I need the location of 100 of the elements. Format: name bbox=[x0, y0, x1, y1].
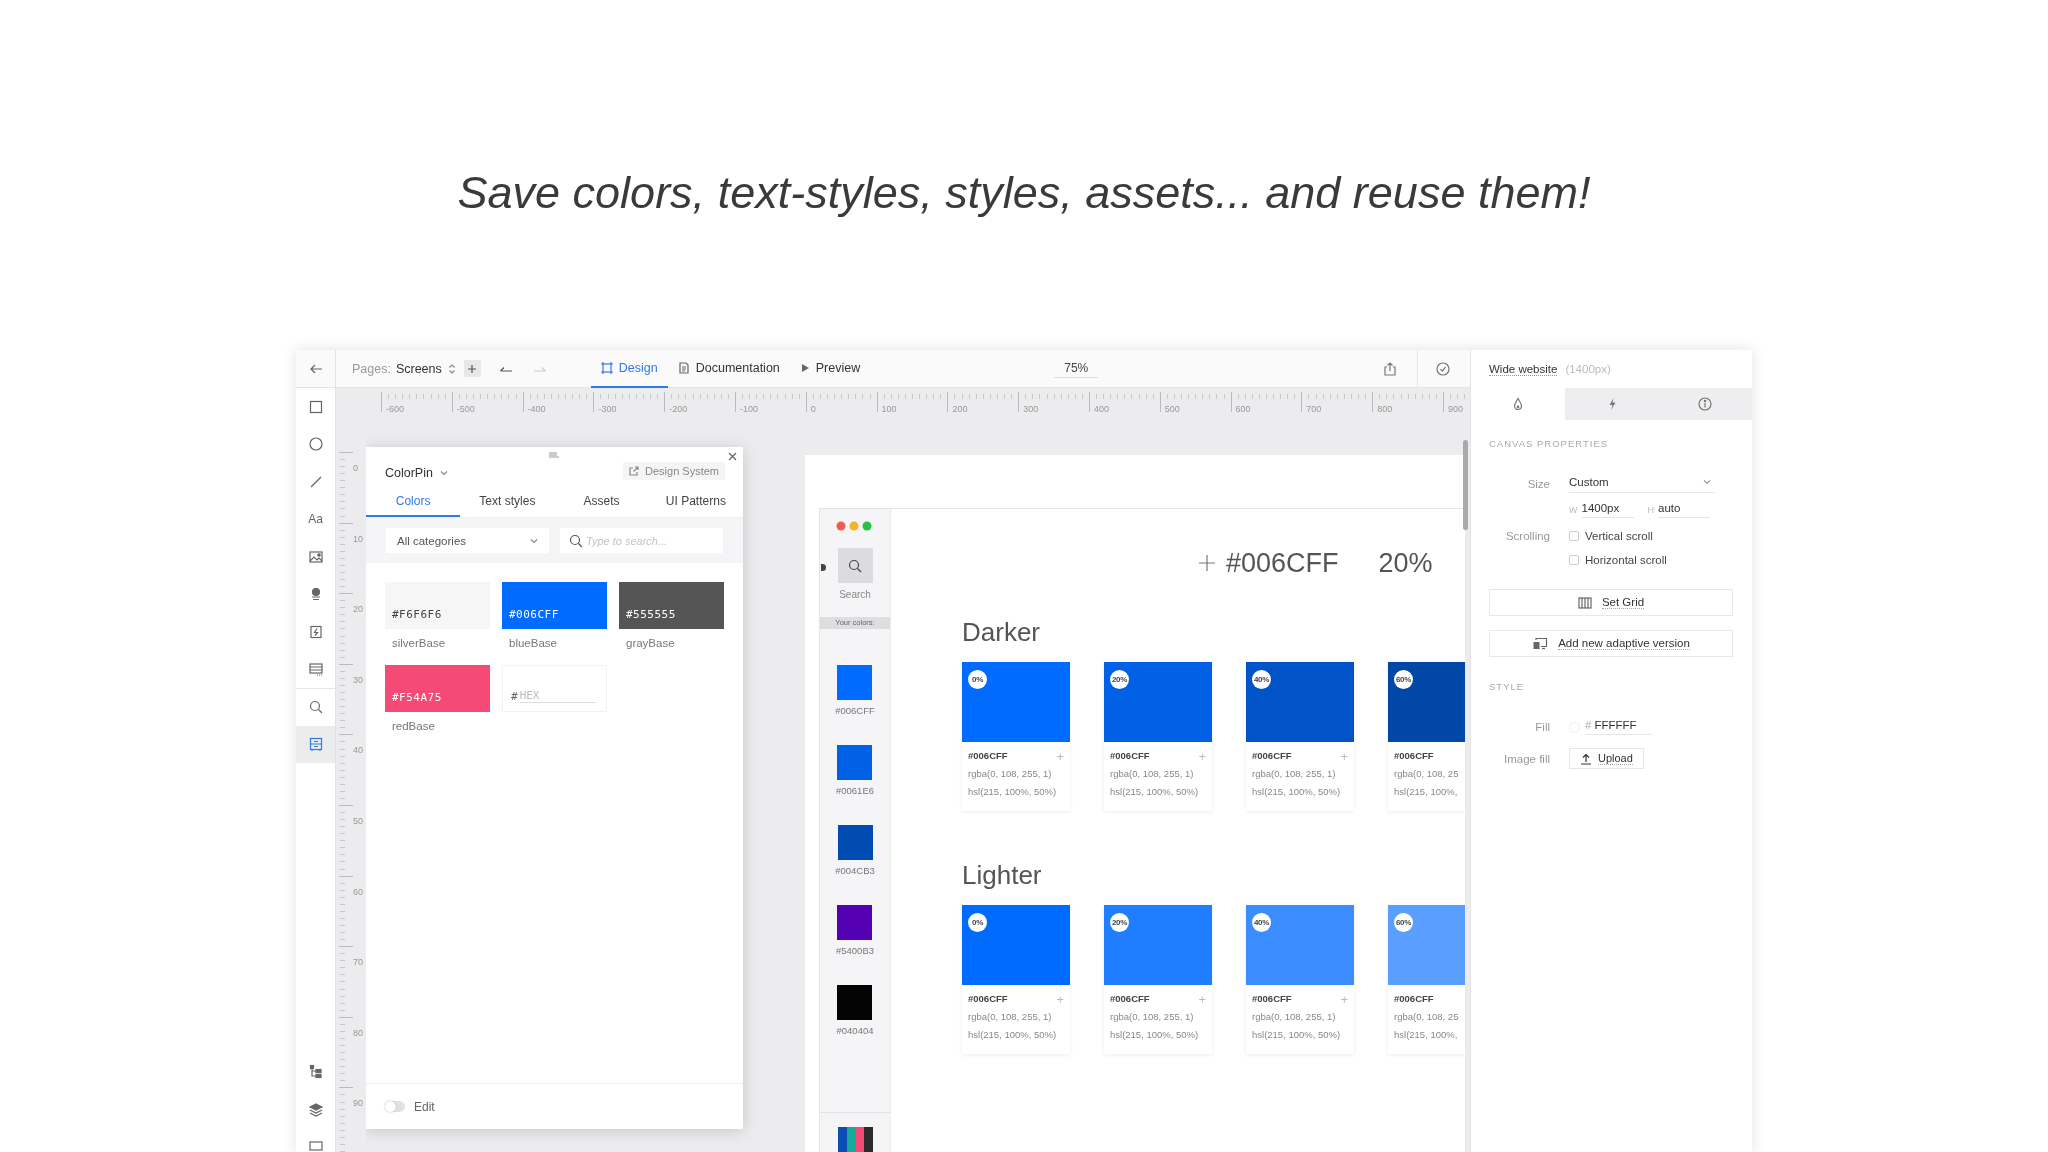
palette-swatch[interactable] bbox=[837, 1127, 873, 1152]
inspector-tab[interactable] bbox=[1658, 388, 1752, 420]
tree-icon bbox=[307, 1064, 324, 1081]
table-icon bbox=[307, 661, 324, 678]
color-swatch[interactable]: #F6F6F6 bbox=[385, 582, 490, 629]
ruler-label: 50 bbox=[353, 815, 363, 826]
pages-label: Pages: bbox=[352, 361, 391, 376]
rgba-value: rgba(0, 108, 255, 1) bbox=[968, 767, 1053, 781]
ruler-label: -100 bbox=[740, 404, 758, 414]
plus-icon bbox=[467, 363, 478, 374]
image-icon bbox=[307, 548, 324, 565]
color-label: #5400B3 bbox=[835, 945, 874, 957]
field-label: Image fill bbox=[1502, 752, 1550, 765]
info-icon bbox=[1698, 397, 1713, 411]
size-dropdown[interactable]: Custom bbox=[1569, 475, 1715, 493]
mode-tab[interactable]: Preview bbox=[789, 350, 871, 388]
color-swatch[interactable] bbox=[837, 905, 873, 940]
ruler-label: 600 bbox=[1235, 404, 1251, 414]
color-name: silverBase bbox=[391, 636, 447, 650]
color-swatch[interactable] bbox=[837, 665, 873, 700]
external-link-icon bbox=[629, 466, 639, 476]
hex-value: #006CFF bbox=[968, 749, 1008, 763]
panel-tab[interactable]: UI Patterns bbox=[648, 486, 743, 517]
ruler-label: -500 bbox=[456, 404, 475, 414]
rgba-value: rgba(0, 108, 255, 1) bbox=[968, 1010, 1053, 1024]
color-swatch[interactable]: #006CFF bbox=[502, 582, 607, 629]
category-dropdown[interactable]: All categories bbox=[386, 528, 549, 553]
checkbox[interactable]: Horizontal scroll bbox=[1569, 554, 1667, 566]
group-title: Lighter bbox=[962, 860, 1043, 890]
frame-icon bbox=[600, 361, 613, 374]
hex-value: #006CFF bbox=[1110, 992, 1150, 1006]
upload-icon bbox=[1580, 752, 1592, 765]
ruler-label: 400 bbox=[1093, 404, 1109, 414]
checkbox[interactable]: Vertical scroll bbox=[1569, 530, 1653, 542]
status-button[interactable] bbox=[1434, 359, 1452, 378]
updown-icon bbox=[447, 362, 456, 375]
colorpin-tool[interactable] bbox=[296, 725, 335, 763]
ruler-label: 500 bbox=[1164, 404, 1180, 414]
zoom-field[interactable]: 75% bbox=[1054, 359, 1099, 378]
color-swatch[interactable] bbox=[837, 825, 873, 860]
color-swatch[interactable]: #555555 bbox=[619, 582, 724, 629]
search-button[interactable] bbox=[837, 548, 873, 583]
ruler-label: -300 bbox=[598, 404, 617, 414]
search-icon bbox=[847, 557, 863, 574]
mode-tab[interactable]: Documentation bbox=[667, 350, 790, 388]
page-dropdown[interactable]: Screens bbox=[395, 361, 456, 376]
edit-toggle[interactable] bbox=[385, 1101, 405, 1112]
hsl-value: hsl(215, 100%, 50%) bbox=[1110, 785, 1200, 799]
close-button[interactable] bbox=[726, 450, 739, 463]
color-swatch[interactable] bbox=[837, 745, 873, 780]
adaptive-version-button[interactable]: Add new adaptive version bbox=[1489, 630, 1733, 657]
edit-label: Edit bbox=[414, 1099, 435, 1114]
ruler-label: 20 bbox=[353, 604, 363, 615]
check-circle-icon bbox=[1436, 361, 1450, 376]
close-icon bbox=[728, 452, 737, 461]
search-field[interactable]: Type to search... bbox=[560, 528, 723, 553]
color-swatch[interactable] bbox=[837, 985, 873, 1020]
hash-label: # bbox=[511, 690, 518, 703]
ruler-label: 200 bbox=[952, 404, 968, 414]
percent-badge: 40% bbox=[1252, 913, 1271, 932]
ruler-label: -200 bbox=[669, 404, 688, 414]
rgba-value: rgba(0, 108, 255, 1) bbox=[1252, 1010, 1337, 1024]
artboard-name[interactable]: Wide website bbox=[1489, 362, 1558, 376]
hex-input[interactable]: HEX bbox=[519, 689, 596, 703]
hsl-value: hsl(215, 100%, bbox=[1394, 785, 1459, 799]
ruler-label: 70 bbox=[353, 957, 363, 968]
percent-badge: 0% bbox=[968, 913, 987, 932]
ruler-label: 40 bbox=[353, 745, 363, 756]
field-label: W bbox=[1569, 505, 1578, 515]
collapse-handle-icon[interactable] bbox=[821, 564, 826, 571]
percent-badge: 20% bbox=[1110, 670, 1129, 689]
upload-button[interactable]: Upload bbox=[1569, 748, 1644, 769]
drag-handle-icon[interactable] bbox=[549, 452, 559, 458]
group-title: Darker bbox=[962, 617, 1041, 647]
ruler-label: -600 bbox=[386, 404, 404, 414]
hex-value: #006CFF bbox=[1110, 749, 1150, 763]
color-name: redBase bbox=[391, 719, 436, 733]
search-label: Search bbox=[839, 589, 871, 600]
artboard-width: (1400px) bbox=[1565, 363, 1611, 375]
fill-field[interactable]: # FFFFFF bbox=[1585, 719, 1652, 735]
ruler-label: 60 bbox=[353, 886, 363, 897]
rgba-value: rgba(0, 108, 255, 1) bbox=[1110, 767, 1195, 781]
rgba-value: rgba(0, 108, 25 bbox=[1394, 1010, 1460, 1024]
height-field[interactable]: auto bbox=[1658, 502, 1710, 518]
panel-tab[interactable]: Text styles bbox=[460, 486, 555, 517]
ruler-label: 90 bbox=[353, 1098, 363, 1109]
width-field[interactable]: 1400px bbox=[1581, 502, 1634, 518]
hsl-value: hsl(215, 100%, bbox=[1394, 1028, 1459, 1042]
library-dropdown[interactable]: ColorPin bbox=[385, 466, 448, 480]
panel-tab[interactable]: Assets bbox=[554, 486, 649, 517]
plus-icon[interactable] bbox=[1198, 554, 1216, 572]
selected-color-hex: #006CFF bbox=[1226, 547, 1339, 579]
field-label: Scrolling bbox=[1504, 530, 1550, 542]
hex-value: #006CFF bbox=[1394, 992, 1434, 1006]
set-grid-button[interactable]: Set Grid bbox=[1489, 589, 1733, 616]
scrollbar[interactable] bbox=[1463, 440, 1468, 530]
rgba-value: rgba(0, 108, 255, 1) bbox=[1252, 767, 1337, 781]
hsl-value: hsl(215, 100%, 50%) bbox=[1252, 1028, 1342, 1042]
text-tool[interactable]: Aa bbox=[296, 500, 335, 538]
add-page-button[interactable] bbox=[463, 360, 481, 377]
